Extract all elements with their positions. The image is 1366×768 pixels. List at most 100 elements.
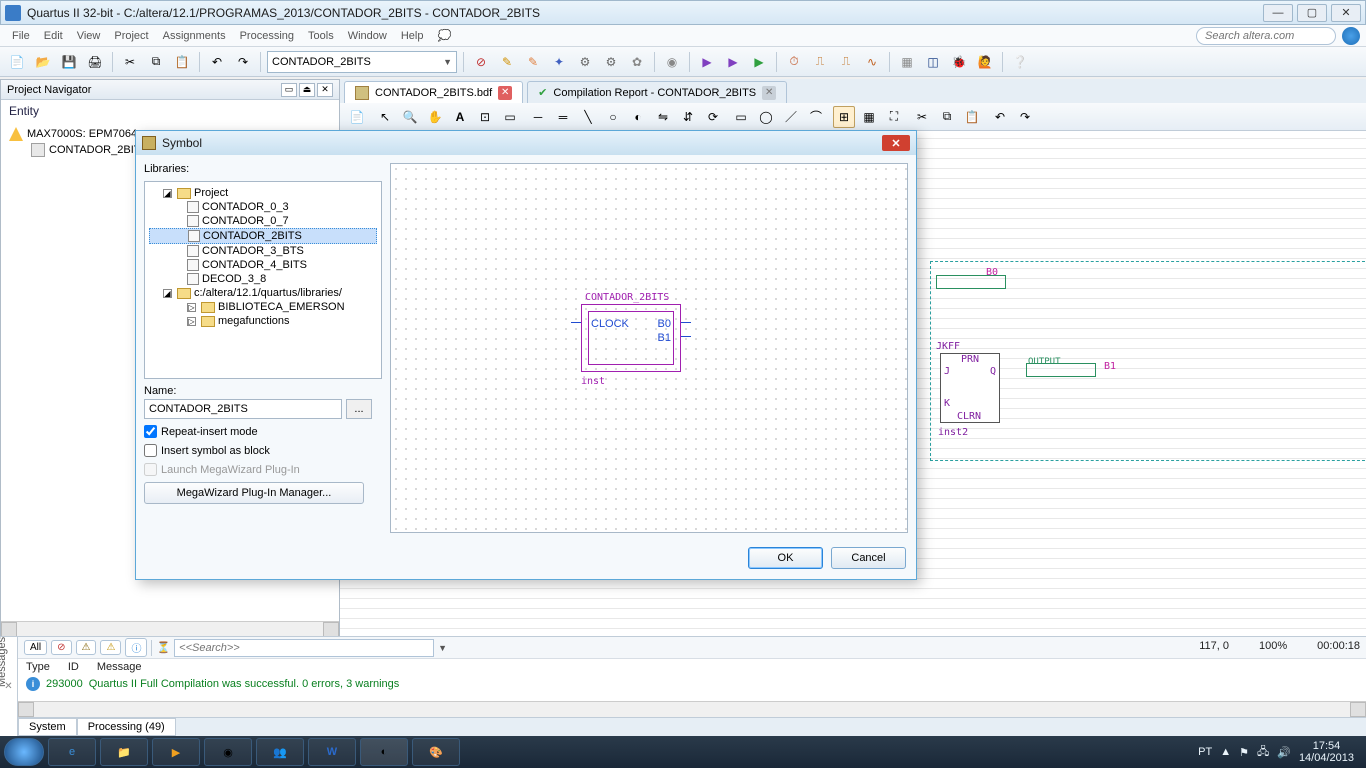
tree-contador-2bits[interactable]: CONTADOR_2BITS bbox=[149, 228, 377, 244]
connector-icon[interactable]: ○ bbox=[602, 106, 624, 128]
taskbar-quartus[interactable]: ◐ bbox=[360, 738, 408, 766]
tab-close-button[interactable]: ✕ bbox=[762, 86, 776, 100]
tree-contador-4-bits[interactable]: CONTADOR_4_BITS bbox=[149, 258, 377, 272]
taskbar-paint[interactable]: 🎨 bbox=[412, 738, 460, 766]
person-icon[interactable]: 🙋 bbox=[974, 51, 996, 73]
tray-lang[interactable]: PT bbox=[1198, 746, 1212, 758]
message-row[interactable]: i 293000 Quartus II Full Compilation was… bbox=[18, 675, 1366, 693]
tree-altera-folder[interactable]: ◢ c:/altera/12.1/quartus/libraries/ bbox=[149, 286, 377, 300]
oval-icon[interactable]: ◯ bbox=[755, 106, 777, 128]
ed-paste-icon[interactable]: 📋 bbox=[961, 106, 983, 128]
timer-icon[interactable]: ⏱ bbox=[783, 51, 805, 73]
symbol-icon[interactable]: ⊡ bbox=[474, 106, 496, 128]
taskbar-wmp[interactable]: ▶ bbox=[152, 738, 200, 766]
scroll-right-icon[interactable] bbox=[1350, 702, 1366, 717]
tree-contador-0-3[interactable]: CONTADOR_0_3 bbox=[149, 200, 377, 214]
tray-flag-icon[interactable]: ⚑ bbox=[1239, 746, 1249, 759]
undo-icon[interactable]: ↶ bbox=[206, 51, 228, 73]
bus-icon[interactable]: ═ bbox=[552, 106, 574, 128]
help-icon[interactable]: ❔ bbox=[1009, 51, 1031, 73]
zoom-fit-icon[interactable]: ⛶ bbox=[883, 106, 905, 128]
filter-all-button[interactable]: All bbox=[24, 640, 47, 655]
zoom-icon[interactable]: 🔍 bbox=[399, 106, 421, 128]
cancel-button[interactable]: Cancel bbox=[831, 547, 906, 569]
chevron-down-icon[interactable]: ▼ bbox=[438, 643, 447, 653]
highlighter-icon[interactable]: ✎ bbox=[522, 51, 544, 73]
block-icon[interactable]: ▭ bbox=[499, 106, 521, 128]
scope-icon[interactable]: ◫ bbox=[922, 51, 944, 73]
cog-icon[interactable]: ✿ bbox=[626, 51, 648, 73]
repeat-insert-input[interactable] bbox=[144, 425, 157, 438]
pn-close-button[interactable]: ✕ bbox=[317, 83, 333, 97]
menu-file[interactable]: File bbox=[6, 28, 36, 44]
pencil-icon[interactable]: ✎ bbox=[496, 51, 518, 73]
minimize-button[interactable]: — bbox=[1263, 4, 1293, 22]
filter-warn-button[interactable]: ⚠ bbox=[100, 640, 121, 655]
menu-tools[interactable]: Tools bbox=[302, 28, 340, 44]
jkff-block[interactable]: PRN J Q K CLRN bbox=[940, 353, 1000, 423]
symbol-name-input[interactable] bbox=[144, 399, 342, 419]
ed-redo-icon[interactable]: ↷ bbox=[1014, 106, 1036, 128]
paste-icon[interactable]: 📋 bbox=[171, 51, 193, 73]
diag-icon[interactable]: ╲ bbox=[577, 106, 599, 128]
menu-project[interactable]: Project bbox=[108, 28, 154, 44]
insert-block-checkbox[interactable]: Insert symbol as block bbox=[144, 444, 382, 457]
expand-icon[interactable]: ▷ bbox=[187, 317, 196, 326]
tab-contador-bdf[interactable]: CONTADOR_2BITS.bdf ✕ bbox=[344, 81, 523, 103]
ed-doc-icon[interactable]: 📄 bbox=[346, 106, 368, 128]
tray-volume-icon[interactable]: 🔊 bbox=[1277, 746, 1291, 759]
pn-collapse-button[interactable]: ▭ bbox=[281, 83, 297, 97]
redo-icon[interactable]: ↷ bbox=[232, 51, 254, 73]
menu-window[interactable]: Window bbox=[342, 28, 393, 44]
print-icon[interactable]: 🖨 bbox=[84, 51, 106, 73]
ed-copy-icon[interactable]: ⧉ bbox=[936, 106, 958, 128]
repeat-insert-checkbox[interactable]: Repeat-insert mode bbox=[144, 425, 382, 438]
signal2-icon[interactable]: ⎍ bbox=[835, 51, 857, 73]
play-debug-icon[interactable]: ▶ bbox=[722, 51, 744, 73]
filter-critwarn-button[interactable]: ⚠ bbox=[76, 640, 97, 655]
menu-processing[interactable]: Processing bbox=[234, 28, 300, 44]
tree-contador-0-7[interactable]: CONTADOR_0_7 bbox=[149, 214, 377, 228]
megawizard-button[interactable]: MegaWizard Plug-In Manager... bbox=[144, 482, 364, 504]
flip-v-icon[interactable]: ⇵ bbox=[677, 106, 699, 128]
probe-icon[interactable]: 🐞 bbox=[948, 51, 970, 73]
taskbar-word[interactable]: W bbox=[308, 738, 356, 766]
play-green-icon[interactable]: ▶ bbox=[748, 51, 770, 73]
tree-project-folder[interactable]: ◢ Project bbox=[149, 186, 377, 200]
no-entry-icon[interactable]: ⊘ bbox=[470, 51, 492, 73]
ed-undo-icon[interactable]: ↶ bbox=[989, 106, 1011, 128]
messages-hscroll[interactable] bbox=[18, 701, 1366, 717]
gear2-icon[interactable]: ⚙ bbox=[600, 51, 622, 73]
open-folder-icon[interactable]: 📂 bbox=[32, 51, 54, 73]
line-icon[interactable]: ／ bbox=[780, 106, 802, 128]
pointer-icon[interactable]: ↖ bbox=[374, 106, 396, 128]
pn-pin-button[interactable]: ⏏ bbox=[299, 83, 315, 97]
tree-biblioteca-emerson[interactable]: ▷ BIBLIOTECA_EMERSON bbox=[149, 300, 377, 314]
messages-search-input[interactable] bbox=[174, 639, 434, 657]
msg-tab-system[interactable]: System bbox=[18, 718, 77, 736]
ok-button[interactable]: OK bbox=[748, 547, 823, 569]
gear-icon[interactable]: ⚙ bbox=[574, 51, 596, 73]
maximize-button[interactable]: ▢ bbox=[1297, 4, 1327, 22]
partial-icon[interactable]: ◐ bbox=[627, 106, 649, 128]
scroll-left-icon[interactable] bbox=[1, 622, 17, 637]
taskbar-ie[interactable]: e bbox=[48, 738, 96, 766]
altera-search-input[interactable] bbox=[1196, 27, 1336, 45]
wave-icon[interactable]: ∿ bbox=[861, 51, 883, 73]
tray-up-icon[interactable]: ▲ bbox=[1220, 746, 1231, 758]
browse-button[interactable]: ... bbox=[346, 399, 372, 419]
project-combo[interactable]: CONTADOR_2BITS ▼ bbox=[267, 51, 457, 73]
menu-view[interactable]: View bbox=[71, 28, 107, 44]
flip-h-icon[interactable]: ⇋ bbox=[652, 106, 674, 128]
taskbar-chrome[interactable]: ◉ bbox=[204, 738, 252, 766]
msg-tab-processing[interactable]: Processing (49) bbox=[77, 718, 176, 736]
arc-icon[interactable]: ⌒ bbox=[805, 106, 827, 128]
rotate-icon[interactable]: ⟳ bbox=[702, 106, 724, 128]
play-icon[interactable]: ▶ bbox=[696, 51, 718, 73]
tree-contador-3-bts[interactable]: CONTADOR_3_BTS bbox=[149, 244, 377, 258]
signal-icon[interactable]: ⎍ bbox=[809, 51, 831, 73]
ed-cut-icon[interactable]: ✂ bbox=[911, 106, 933, 128]
libraries-tree[interactable]: ◢ Project CONTADOR_0_3 CONTADOR_0_7 CONT… bbox=[144, 181, 382, 379]
filter-error-button[interactable]: ⊘ bbox=[51, 640, 71, 655]
cut-icon[interactable]: ✂ bbox=[119, 51, 141, 73]
